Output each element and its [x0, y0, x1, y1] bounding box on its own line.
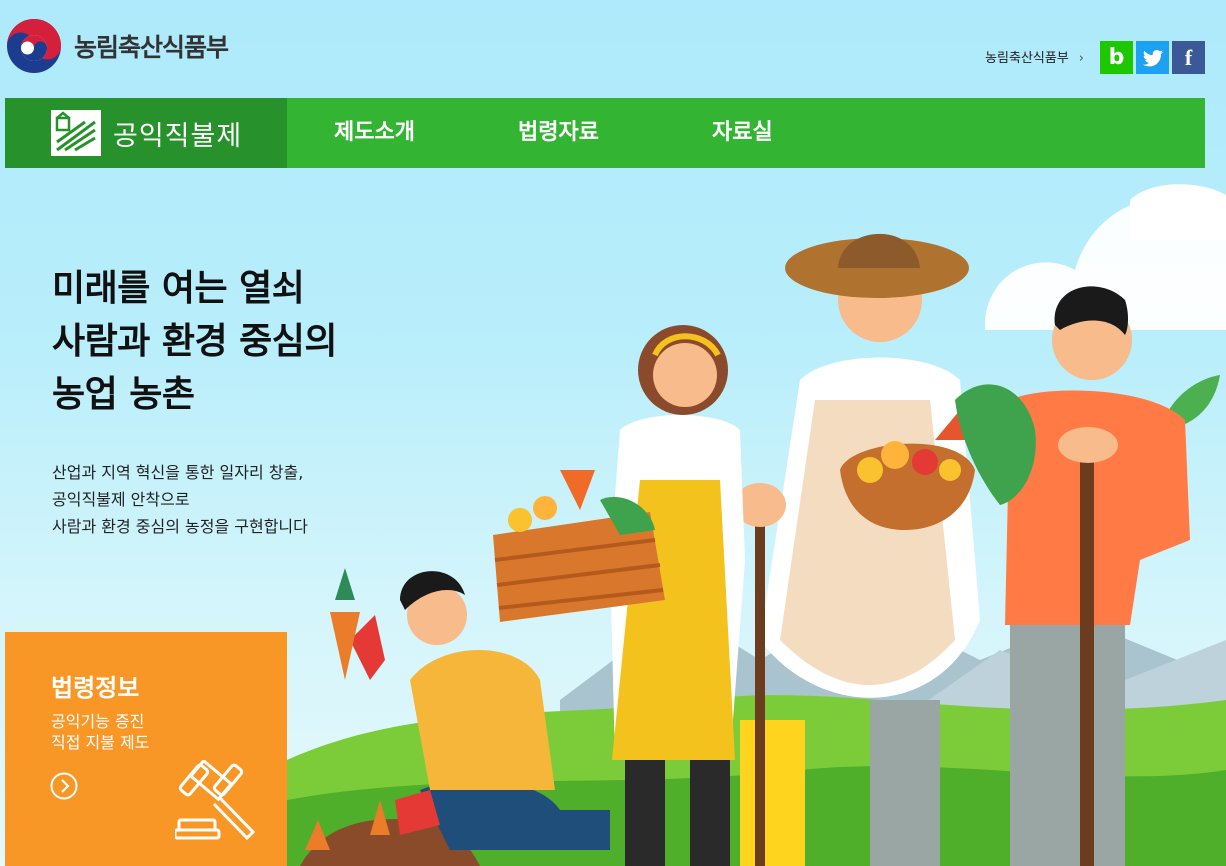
- hero-headline-line: 미래를 여는 열쇠: [52, 268, 305, 309]
- farm-field-icon: [51, 110, 101, 156]
- blog-icon: b: [1108, 45, 1125, 70]
- ministry-link-label: 농림축산식품부: [985, 51, 1069, 66]
- hero-description: 산업과 지역 혁신을 통한 일자리 창출, 공익직불제 안착으로 사람과 환경 …: [52, 459, 308, 540]
- hero-description-line: 사람과 환경 중심의 농정을 구현합니다: [52, 517, 308, 536]
- hero-headline-line: 사람과 환경 중심의: [52, 321, 338, 362]
- facebook-share-button[interactable]: f: [1172, 41, 1205, 74]
- ministry-site-link[interactable]: 농림축산식품부 ›: [985, 47, 1084, 66]
- law-card-desc-line: 직접 지불 제도: [51, 733, 150, 752]
- hero-headline-line: 농업 농촌: [52, 374, 195, 415]
- ministry-logo[interactable]: 농림축산식품부: [6, 18, 229, 74]
- circle-arrow-right-icon[interactable]: [50, 772, 78, 800]
- cloud: [1130, 184, 1226, 240]
- gavel-icon: [175, 760, 256, 841]
- twitter-share-button[interactable]: [1136, 41, 1169, 74]
- law-info-card[interactable]: 법령정보 공익기능 증진 직접 지불 제도: [5, 632, 287, 866]
- twitter-icon: [1142, 49, 1163, 66]
- logo-text: 농림축산식품부: [74, 33, 229, 62]
- nav-brand[interactable]: 공익직불제: [5, 98, 287, 168]
- nav-item-legal-data[interactable]: 법령자료: [518, 98, 599, 168]
- main-nav: 공익직불제 제도소개 법령자료 자료실: [5, 98, 1205, 168]
- taegeuk-emblem-icon: [7, 19, 61, 73]
- nav-brand-label: 공익직불제: [113, 120, 243, 152]
- chevron-right-icon: ›: [1078, 51, 1084, 66]
- law-card-title: 법령정보: [51, 674, 140, 702]
- nav-item-archive[interactable]: 자료실: [712, 98, 773, 168]
- hero-description-line: 산업과 지역 혁신을 통한 일자리 창출,: [52, 463, 304, 482]
- hero-description-line: 공익직불제 안착으로: [52, 490, 190, 509]
- hero-headline: 미래를 여는 열쇠 사람과 환경 중심의 농업 농촌: [52, 262, 338, 421]
- blog-share-button[interactable]: b: [1100, 41, 1133, 74]
- law-card-desc-line: 공익기능 증진: [51, 712, 145, 731]
- facebook-icon: f: [1184, 44, 1193, 70]
- nav-item-system-intro[interactable]: 제도소개: [334, 98, 415, 168]
- law-card-description: 공익기능 증진 직접 지불 제도: [51, 711, 150, 753]
